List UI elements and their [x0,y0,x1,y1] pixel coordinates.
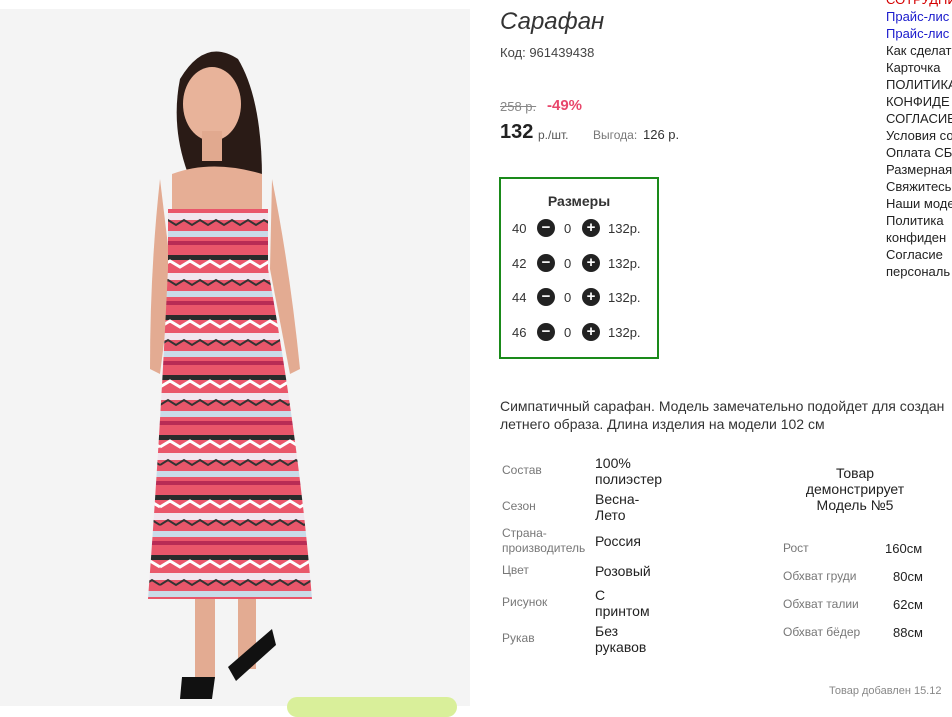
side-link-item[interactable]: персональ [886,263,952,280]
size-label: 40 [512,221,527,236]
minus-circle-icon[interactable]: − [537,288,555,306]
side-link-item[interactable]: СОГЛАСИЕ [886,110,952,127]
size-label: 46 [512,325,527,340]
side-links: СОТРУДНИ Прайс-лис Прайс-лис Как сделат … [886,0,952,280]
spec-label: Цвет [502,563,529,577]
model-param-label: Обхват груди [783,569,857,583]
spec-value: Весна-Лето [595,491,640,523]
plus-circle-icon[interactable]: + [582,254,600,272]
size-price: 132р. [608,221,641,236]
sizes-panel: Размеры 40 − 0 + 132р. 42 − 0 + 132р. 44… [499,177,659,359]
spec-label: Сезон [502,499,536,513]
size-price: 132р. [608,256,641,271]
plus-circle-icon[interactable]: + [582,288,600,306]
side-link-item[interactable]: Политика [886,212,952,229]
model-param-value: 160см [885,541,923,556]
product-description: Симпатичный сарафан. Модель замечательно… [500,398,945,432]
side-link-item[interactable]: Карточка [886,59,952,76]
spec-value: Россия [595,533,641,549]
discount-badge: -49% [547,97,583,114]
model-note: Товар демонстрирует Модель №5 [805,465,905,513]
size-label: 42 [512,256,527,271]
side-link-item[interactable]: Размерная [886,161,952,178]
side-link-item[interactable]: Оплата СБ [886,144,952,161]
side-link-item[interactable]: КОНФИДЕ [886,93,952,110]
old-price: 258 р. [500,99,537,114]
quantity-value[interactable]: 0 [564,290,571,305]
side-link-item[interactable]: СОТРУДНИ [886,0,952,8]
side-link-item[interactable]: Как сделат [886,42,952,59]
side-link-item[interactable]: Согласие [886,246,952,263]
price: 132 [500,121,534,143]
side-link-item[interactable]: ПОЛИТИКА [886,76,952,93]
spec-value: Без рукавов [595,623,647,655]
spec-value: 100% полиэстер [595,455,663,487]
side-link-item[interactable]: Условия со [886,127,952,144]
spec-label: Страна-производитель [502,526,586,555]
quantity-value[interactable]: 0 [564,221,571,236]
product-title: Сарафан [500,8,605,35]
sizes-title: Размеры [547,193,611,209]
minus-circle-icon[interactable]: − [537,219,555,237]
model-param-value: 80см [893,569,923,584]
size-label: 44 [512,290,527,305]
quantity-value[interactable]: 0 [564,325,571,340]
spec-value: С принтом [595,587,650,619]
product-code: Код: 961439438 [500,45,595,60]
benefit-label: Выгода: [593,128,638,142]
price-unit: р./шт. [538,128,569,142]
model-param-label: Рост [783,541,809,555]
size-row: 40 − 0 + 132р. [501,219,657,239]
model-param-value: 62см [893,597,923,612]
product-photo[interactable] [0,9,470,706]
side-link-item[interactable]: Прайс-лис [886,25,952,42]
minus-circle-icon[interactable]: − [537,323,555,341]
size-row: 42 − 0 + 132р. [501,254,657,274]
spec-label: Состав [502,463,542,477]
model-param-value: 88см [893,625,923,640]
plus-circle-icon[interactable]: + [582,219,600,237]
model-param-label: Обхват талии [783,597,859,611]
spec-label: Рукав [502,631,535,645]
added-date: Товар добавлен 15.12 [829,685,942,697]
minus-circle-icon[interactable]: − [537,254,555,272]
model-param-label: Обхват бёдер [783,625,861,639]
size-row: 44 − 0 + 132р. [501,288,657,308]
spec-value: Розовый [595,563,651,579]
side-link-item[interactable]: Свяжитесь [886,178,952,195]
side-link-item[interactable]: Наши моде [886,195,952,212]
plus-circle-icon[interactable]: + [582,323,600,341]
spec-label: Рисунок [502,595,548,609]
quantity-value[interactable]: 0 [564,256,571,271]
side-link-item[interactable]: конфиден [886,229,952,246]
side-link-item[interactable]: Прайс-лис [886,8,952,25]
size-row: 46 − 0 + 132р. [501,323,657,343]
size-price: 132р. [608,325,641,340]
benefit-value: 126 р. [643,127,680,142]
add-to-cart-button[interactable] [287,697,457,717]
size-price: 132р. [608,290,641,305]
